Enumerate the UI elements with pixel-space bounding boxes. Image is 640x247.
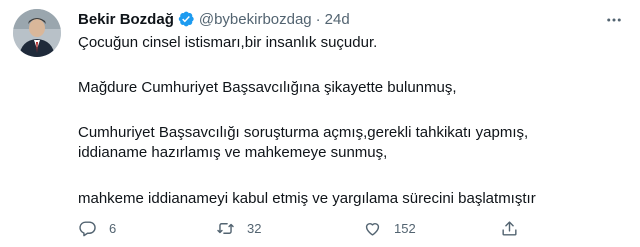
retweet-count: 32 xyxy=(247,221,262,236)
avatar-image xyxy=(13,9,61,57)
avatar[interactable] xyxy=(13,9,61,57)
tweet-card[interactable]: Bekir Bozdağ @bybekirbozdag · 24d Çocuğu… xyxy=(0,0,640,247)
share-button[interactable] xyxy=(500,219,519,238)
tweet-paragraph: mahkeme iddianameyi kabul etmiş ve yargı… xyxy=(78,190,536,207)
tweet-paragraph: Çocuğun cinsel istismarı,bir insanlık su… xyxy=(78,34,378,51)
retweet-icon xyxy=(216,219,235,238)
reply-button[interactable]: 6 xyxy=(78,219,116,238)
author-handle[interactable]: @bybekirbozdag xyxy=(199,11,312,28)
more-dots-icon[interactable] xyxy=(604,10,624,30)
reply-count: 6 xyxy=(109,221,117,236)
like-button[interactable]: 152 xyxy=(363,219,416,238)
share-icon xyxy=(500,219,519,238)
verified-badge-icon xyxy=(177,10,195,28)
tweet-time[interactable]: 24d xyxy=(325,11,350,28)
reply-icon xyxy=(78,219,97,238)
tweet-paragraph: Mağdure Cumhuriyet Başsavcılığına şikaye… xyxy=(78,79,457,96)
separator-dot: · xyxy=(315,10,321,28)
like-count: 152 xyxy=(394,221,416,236)
author-name[interactable]: Bekir Bozdağ xyxy=(78,11,174,28)
tweet-paragraph: Cumhuriyet Başsavcılığı soruşturma açmış… xyxy=(78,124,529,161)
tweet-header: Bekir Bozdağ @bybekirbozdag · 24d xyxy=(78,8,350,30)
retweet-button[interactable]: 32 xyxy=(216,219,261,238)
heart-icon xyxy=(363,219,382,238)
